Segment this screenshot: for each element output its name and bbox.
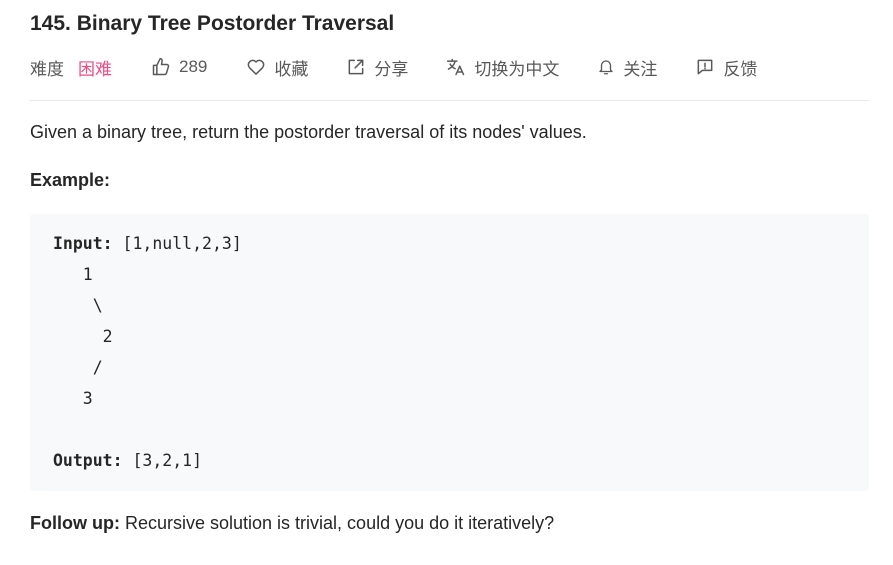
example-heading: Example: bbox=[30, 170, 111, 190]
tree-line: \ bbox=[53, 296, 103, 315]
header-divider bbox=[30, 100, 869, 101]
feedback-label: 反馈 bbox=[723, 59, 758, 79]
translate-label: 切换为中文 bbox=[474, 59, 560, 79]
code-input-line: Input: [1,null,2,3] bbox=[53, 234, 242, 254]
code-input-value: [1,null,2,3] bbox=[112, 234, 242, 253]
share-icon bbox=[348, 59, 364, 75]
feedback-icon bbox=[697, 59, 713, 75]
code-input-label: Input: bbox=[53, 234, 113, 253]
difficulty-label: 难度 bbox=[30, 59, 64, 79]
tree-line: 2 bbox=[53, 327, 113, 346]
tree-line: 1 bbox=[53, 265, 93, 284]
like-count: 289 bbox=[179, 57, 208, 76]
follow-up-label: Follow up: bbox=[30, 513, 120, 533]
thumbs-up-icon bbox=[152, 57, 170, 76]
problem-meta-bar: 难度 困难 289 收藏 分享 切换为中文 关注 反馈 bbox=[30, 53, 869, 81]
problem-title: 145. Binary Tree Postorder Traversal bbox=[30, 12, 395, 35]
favorite-label: 收藏 bbox=[274, 59, 309, 79]
like-button[interactable]: 289 bbox=[151, 57, 207, 77]
follow-button[interactable]: 关注 bbox=[597, 55, 657, 80]
bell-icon bbox=[599, 60, 614, 75]
follow-label: 关注 bbox=[623, 59, 658, 79]
favorite-button[interactable]: 收藏 bbox=[246, 55, 308, 80]
tree-line: / bbox=[53, 358, 103, 377]
tree-line: 3 bbox=[53, 389, 93, 408]
code-output-value: [3,2,1] bbox=[122, 451, 203, 470]
share-button[interactable]: 分享 bbox=[346, 55, 408, 80]
code-output-label: Output: bbox=[53, 451, 123, 470]
share-label: 分享 bbox=[374, 59, 409, 79]
problem-description: Given a binary tree, return the postorde… bbox=[30, 122, 587, 142]
heart-icon bbox=[247, 59, 265, 75]
difficulty-badge: 困难 bbox=[78, 59, 112, 79]
translate-icon bbox=[447, 58, 465, 76]
code-output-line: Output: [3,2,1] bbox=[53, 451, 202, 471]
feedback-button[interactable]: 反馈 bbox=[695, 55, 757, 80]
example-code-block: Input: [1,null,2,3] 1 \ 2 / 3 Output: [3… bbox=[30, 214, 869, 491]
follow-up-text: Recursive solution is trivial, could you… bbox=[119, 513, 555, 533]
follow-up-note: Follow up: Recursive solution is trivial… bbox=[30, 513, 554, 534]
translate-button[interactable]: 切换为中文 bbox=[446, 55, 559, 80]
